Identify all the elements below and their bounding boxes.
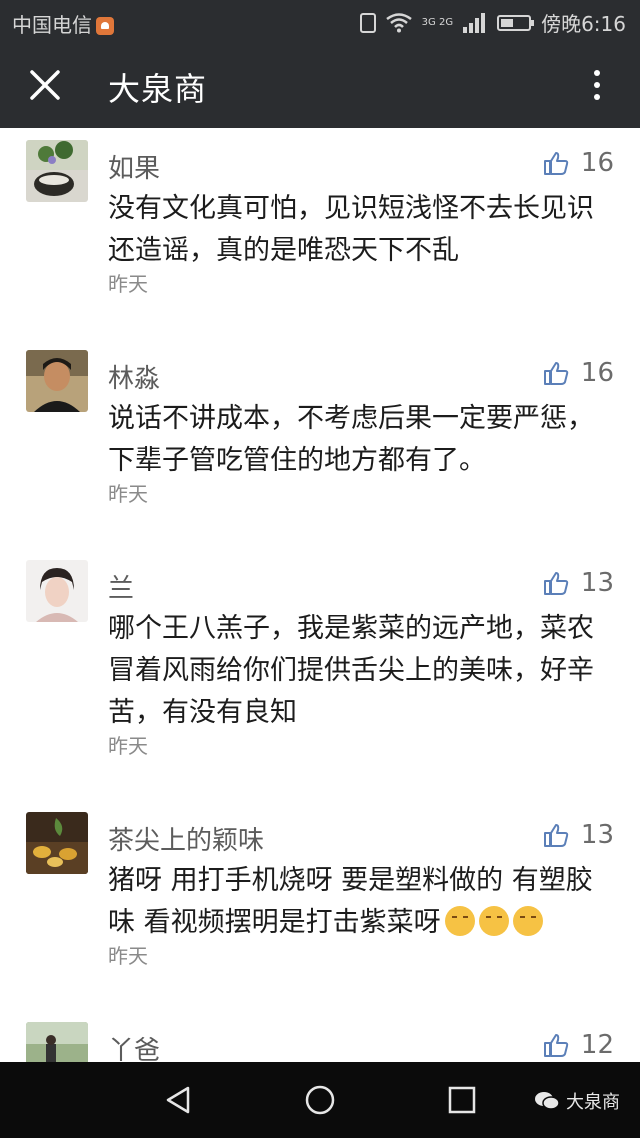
avatar[interactable] [26, 140, 88, 202]
close-button[interactable] [22, 62, 68, 108]
signal-icon [463, 12, 486, 33]
more-options-button[interactable] [574, 62, 620, 108]
comment-time: 昨天 [108, 272, 148, 296]
like-button[interactable]: 16 [543, 148, 614, 178]
comment-list[interactable]: 如果 16 没有文化真可怕，见识短浅怪不去长见识还造谣，真的是唯恐天下不乱 昨天… [0, 128, 640, 1062]
like-count: 13 [580, 820, 614, 850]
thumbs-up-icon [543, 152, 569, 175]
battery-icon [497, 14, 535, 31]
status-bar: 中国电信 3G 2G 傍晚6:16 [0, 0, 640, 42]
like-count: 16 [580, 148, 614, 178]
watermark: 大泉商 [534, 1088, 620, 1114]
like-button[interactable]: 13 [543, 568, 614, 598]
wechat-icon [535, 1092, 560, 1110]
comment-text: 猪呀 用打手机烧呀 要是塑料做的 有塑胶味 看视频摆明是打击紫菜呀 [108, 860, 608, 944]
avatar[interactable] [26, 560, 88, 622]
commenter-name[interactable]: 丫爸 [108, 1030, 160, 1062]
comment-text: 说话不讲成本，不考虑后果一定要严惩，下辈子管吃管住的地方都有了。 [108, 403, 594, 476]
thumbs-up-icon [543, 824, 569, 847]
thumbs-up-icon [543, 362, 569, 385]
recents-icon[interactable] [444, 1082, 480, 1118]
more-vertical-icon [594, 70, 600, 76]
commenter-name[interactable]: 林淼 [108, 358, 160, 395]
back-icon[interactable] [160, 1082, 196, 1118]
commenter-name[interactable]: 茶尖上的颖味 [108, 820, 264, 857]
carrier-label: 中国电信 [12, 13, 92, 37]
vibrate-icon [359, 12, 376, 33]
network-type: 3G 2G [421, 16, 454, 28]
comment-time: 昨天 [108, 734, 148, 758]
avatar[interactable] [26, 1022, 88, 1062]
status-icons: 3G 2G 傍晚6:16 [359, 8, 626, 37]
avatar[interactable] [26, 812, 88, 874]
comment-time: 昨天 [108, 944, 148, 968]
like-button[interactable]: 12 [543, 1030, 614, 1060]
close-icon [30, 70, 60, 100]
like-count: 12 [580, 1030, 614, 1060]
comment-text: 哪个王八羔子，我是紫菜的远产地，菜农冒着风雨给你们提供舌尖上的美味，好辛苦，有没… [108, 613, 594, 728]
notification-badge-icon [96, 17, 114, 35]
carrier: 中国电信 [12, 9, 114, 38]
wifi-icon [385, 12, 412, 32]
like-button[interactable]: 16 [543, 358, 614, 388]
emoji-icon [512, 906, 543, 936]
avatar[interactable] [26, 350, 88, 412]
comment-time: 昨天 [108, 482, 148, 506]
title-bar: 大泉商 [0, 42, 640, 128]
clock: 傍晚6:16 [541, 12, 626, 36]
emoji-icon [444, 906, 475, 936]
emoji-icon [478, 906, 509, 936]
comment-text: 没有文化真可怕，见识短浅怪不去长见识还造谣，真的是唯恐天下不乱 [108, 193, 594, 266]
commenter-name[interactable]: 如果 [108, 148, 160, 185]
watermark-label: 大泉商 [566, 1092, 620, 1113]
commenter-name[interactable]: 兰 [108, 568, 134, 605]
thumbs-up-icon [543, 1034, 569, 1057]
like-button[interactable]: 13 [543, 820, 614, 850]
system-nav-bar: 大泉商 [0, 1062, 640, 1138]
home-icon[interactable] [302, 1082, 338, 1118]
thumbs-up-icon [543, 572, 569, 595]
page-title: 大泉商 [108, 70, 208, 108]
like-count: 16 [580, 358, 614, 388]
like-count: 13 [580, 568, 614, 598]
